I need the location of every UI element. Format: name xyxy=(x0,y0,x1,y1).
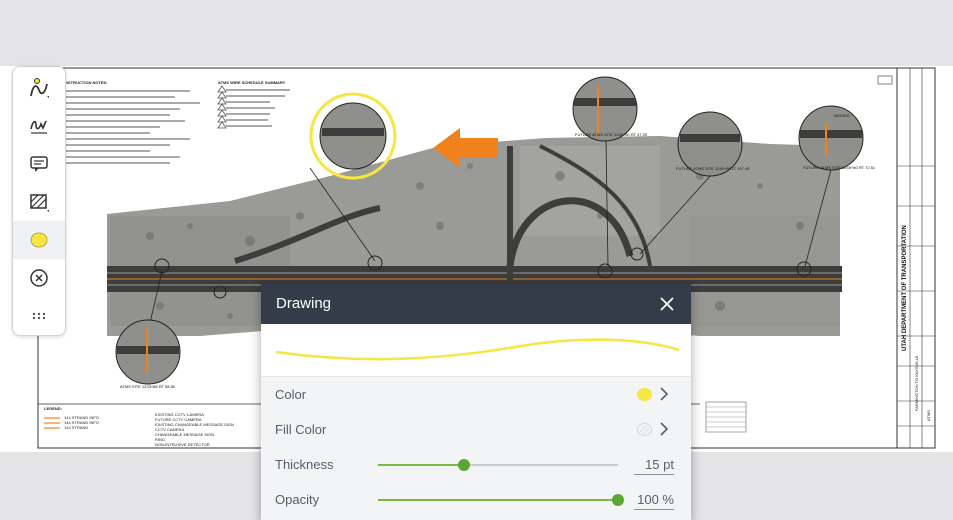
opacity-row: Opacity 100 % xyxy=(261,482,691,517)
hatch-tool-button[interactable] xyxy=(13,183,65,221)
more-tool-button[interactable] xyxy=(13,297,65,335)
opacity-slider-fill xyxy=(378,499,618,501)
opacity-slider[interactable] xyxy=(378,494,624,506)
annotation-toolbar xyxy=(12,66,66,336)
svg-text:ATMS WIRE SCHEDULE SUMMARY: ATMS WIRE SCHEDULE SUMMARY xyxy=(218,80,286,85)
opacity-label: Opacity xyxy=(275,492,320,507)
fill-color-row[interactable]: Fill Color xyxy=(261,412,691,447)
svg-text:WOODS: WOODS xyxy=(834,113,850,118)
svg-text:INSTRUCTION NOTES:: INSTRUCTION NOTES: xyxy=(64,80,108,85)
transparent-fill-icon[interactable] xyxy=(637,423,652,436)
svg-text:FUTURE ATMS SITE 1245+80 RT 72: FUTURE ATMS SITE 1245+80 RT 72.51 xyxy=(803,165,876,170)
svg-text:FUTURE ATMS SITE 1235+60 RT 47: FUTURE ATMS SITE 1235+60 RT 47.20 xyxy=(575,132,648,137)
svg-text:NON-INTRUSIVE DETECTOR: NON-INTRUSIVE DETECTOR xyxy=(155,442,210,447)
yellow-circle-icon xyxy=(30,232,48,248)
stroke-preview-line xyxy=(275,338,680,361)
stroke-preview xyxy=(261,324,691,377)
svg-text:UTAH DEPARTMENT OF TRANSPORTAT: UTAH DEPARTMENT OF TRANSPORTATION xyxy=(902,225,908,351)
thickness-slider[interactable] xyxy=(378,459,618,471)
svg-text:FARMINGTON TO KAYSVILLE: FARMINGTON TO KAYSVILLE xyxy=(914,355,919,411)
thickness-row: Thickness 15 pt xyxy=(261,447,691,482)
shape-tool-button[interactable] xyxy=(13,69,65,107)
comment-tool-button[interactable] xyxy=(13,145,65,183)
color-swatch[interactable] xyxy=(637,388,652,401)
opacity-value[interactable]: 100 % xyxy=(634,492,674,510)
panel-properties: Color Fill Color Thickness 15 pt Opacity… xyxy=(261,377,691,520)
svg-text:FUTURE ATMS SITE 1240+55 LT 10: FUTURE ATMS SITE 1240+55 LT 107.45 xyxy=(676,166,750,171)
pen-curve-icon xyxy=(30,78,49,98)
hatch-icon xyxy=(30,194,49,212)
panel-header: Drawing xyxy=(261,284,691,324)
thickness-slider-fill xyxy=(378,464,465,466)
cancel-tool-button[interactable] xyxy=(13,259,65,297)
viewer-top-background xyxy=(0,0,953,66)
close-icon[interactable] xyxy=(659,296,675,312)
panel-title: Drawing xyxy=(276,295,332,312)
thickness-value[interactable]: 15 pt xyxy=(634,457,674,475)
fill-color-label: Fill Color xyxy=(275,422,327,437)
svg-text:ATMS SITE 1233+88 RT 58.80: ATMS SITE 1233+88 RT 58.80 xyxy=(120,384,176,389)
signature-icon xyxy=(30,120,47,134)
color-label: Color xyxy=(275,387,307,402)
svg-text:144 STRAND: 144 STRAND xyxy=(64,425,88,430)
chevron-right-icon[interactable] xyxy=(659,422,669,436)
color-row[interactable]: Color xyxy=(261,377,691,412)
thickness-label: Thickness xyxy=(275,457,334,472)
drawing-properties-panel: Drawing Color Fill Color Thickness 15 pt… xyxy=(261,284,691,520)
close-circle-icon xyxy=(30,269,48,287)
color-tool-button[interactable] xyxy=(13,221,65,259)
chevron-right-icon[interactable] xyxy=(659,387,669,401)
svg-text:LEGEND:: LEGEND: xyxy=(44,406,62,411)
opacity-slider-thumb[interactable] xyxy=(612,494,624,506)
svg-text:ATMS: ATMS xyxy=(926,410,931,421)
more-dots-icon xyxy=(32,312,46,320)
comment-icon xyxy=(30,156,48,172)
signature-tool-button[interactable] xyxy=(13,107,65,145)
thickness-slider-thumb[interactable] xyxy=(458,459,471,471)
